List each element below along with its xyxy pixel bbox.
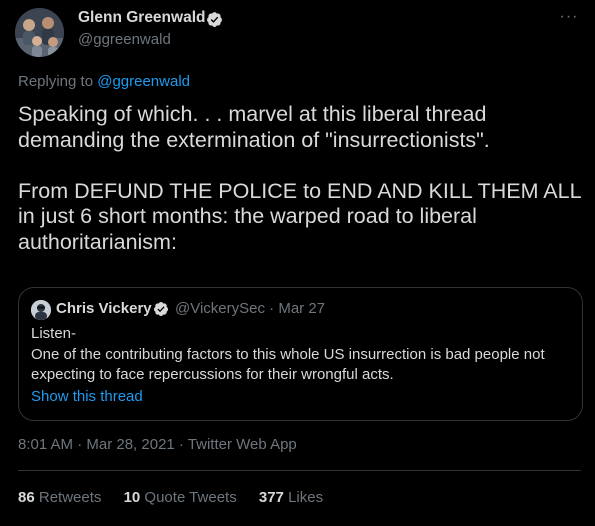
quoted-author-name: Chris Vickery [56,300,152,317]
reply-context-prefix: Replying to [18,73,94,90]
likes-count: 377 [258,489,284,506]
verified-badge-icon [207,12,222,27]
retweets-count: 86 [18,489,35,506]
profile-photo-icon [31,300,51,320]
author-display-name[interactable]: Glenn Greenwald [78,9,205,27]
author-avatar[interactable] [15,8,64,57]
verified-badge-icon [154,302,168,317]
group-photo-icon [15,8,64,57]
quote-tweets-label: Quote Tweets [144,489,237,506]
quoted-author-handle: @VickerySec [175,300,265,317]
divider [18,470,581,471]
likes-label: Likes [288,489,324,506]
show-thread-link[interactable]: Show this thread [31,388,143,405]
reply-mention-link[interactable]: @ggreenwald [97,73,190,90]
quoted-tweet-text: Listen- One of the contributing factors … [31,325,545,383]
quoted-tweet-date: Mar 27 [278,300,326,317]
retweets-label: Retweets [38,489,102,506]
quoted-tweet-card[interactable]: Chris Vickery @VickerySec · Mar 27 Liste… [18,287,583,421]
tweet-text: Speaking of which. . . marvel at this li… [18,102,581,254]
reply-context: Replying to @ggreenwald [18,73,190,90]
quote-tweets-count: 10 [123,489,141,506]
tweet-timestamp[interactable]: 8:01 AM · Mar 28, 2021 · Twitter Web App [18,436,297,453]
engagement-stats: 86 Retweets 10 Quote Tweets 377 Likes [18,489,341,506]
meta-separator: · [269,300,275,317]
retweets-stat[interactable]: 86 Retweets [18,489,101,506]
likes-stat[interactable]: 377 Likes [259,489,323,506]
quoted-author-avatar [31,300,51,320]
author-handle[interactable]: @ggreenwald [78,31,171,48]
more-options-icon[interactable]: ··· [559,9,579,30]
quote-tweets-stat[interactable]: 10 Quote Tweets [124,489,237,506]
quoted-tweet-meta: @VickerySec · Mar 27 [175,300,325,317]
